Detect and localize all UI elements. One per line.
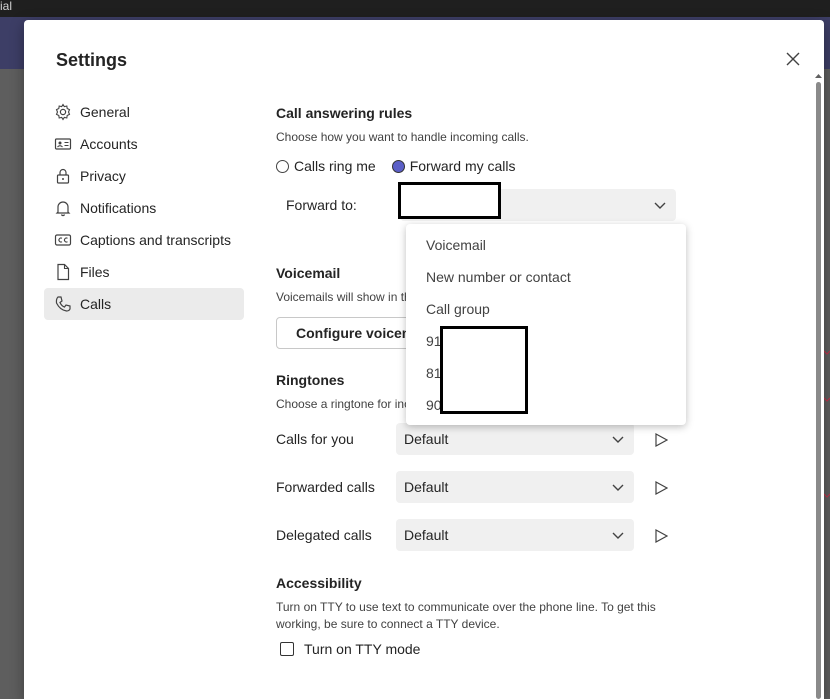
radio-label: Forward my calls <box>409 158 516 174</box>
ringtone-select-delegated-calls[interactable]: Default <box>396 519 634 551</box>
radio-forward-my-calls[interactable]: Forward my calls <box>391 158 516 174</box>
radio-label: Calls ring me <box>294 158 376 174</box>
nav-item-captions[interactable]: Captions and transcripts <box>44 224 244 256</box>
nav-item-label: Accounts <box>80 136 138 152</box>
play-icon[interactable] <box>654 433 668 447</box>
scroll-thumb[interactable] <box>816 82 821 699</box>
nav-item-label: Notifications <box>80 200 157 216</box>
nav-item-privacy[interactable]: Privacy <box>44 160 244 192</box>
dialog-title: Settings <box>56 50 128 70</box>
nav-item-files[interactable]: Files <box>44 256 244 288</box>
dialog-scrollbar[interactable] <box>815 72 822 699</box>
chevron-down-icon <box>612 532 624 539</box>
dropdown-option-voicemail[interactable]: Voicemail <box>426 237 486 253</box>
select-value: Default <box>404 479 449 495</box>
tty-mode-label: Turn on TTY mode <box>304 641 421 657</box>
redacted-box <box>398 182 501 219</box>
ringtones-heading: Ringtones <box>276 372 345 388</box>
play-icon[interactable] <box>654 529 668 543</box>
configure-voicemail-button[interactable]: Configure voicem <box>276 317 410 349</box>
settings-dialog: Settings General Accounts Privacy Notifi… <box>24 20 824 699</box>
nav-item-label: Files <box>80 264 110 280</box>
window-title-bar: ial <box>0 0 830 17</box>
select-value: Default <box>404 431 449 447</box>
ringtone-label-delegated-calls: Delegated calls <box>276 527 372 543</box>
radio-calls-ring-me[interactable]: Calls ring me <box>276 158 376 174</box>
tty-mode-checkbox[interactable] <box>280 642 294 656</box>
nav-item-label: General <box>80 104 130 120</box>
redacted-box <box>440 326 528 414</box>
gear-icon <box>54 103 72 121</box>
tty-mode-checkbox-row[interactable]: Turn on TTY mode <box>280 641 420 657</box>
scroll-up-arrow-icon[interactable] <box>815 72 822 79</box>
call-answering-options: Calls ring me Forward my calls <box>276 158 532 174</box>
forward-to-label: Forward to: <box>286 197 357 213</box>
call-answering-heading: Call answering rules <box>276 105 413 121</box>
voicemail-heading: Voicemail <box>276 265 341 281</box>
window-title-text: ial <box>0 0 13 13</box>
chevron-down-icon <box>612 484 624 491</box>
ringtone-label-calls-for-you: Calls for you <box>276 431 354 447</box>
file-icon <box>54 263 72 281</box>
dropdown-option-new-number[interactable]: New number or contact <box>426 269 571 285</box>
call-answering-description: Choose how you want to handle incoming c… <box>276 130 529 144</box>
lock-icon <box>54 167 72 185</box>
forward-to-dropdown-menu: Voicemail New number or contact Call gro… <box>406 224 686 425</box>
nav-item-label: Privacy <box>80 168 126 184</box>
bell-icon <box>54 199 72 217</box>
accessibility-description-line2: working, be sure to connect a TTY device… <box>276 617 500 631</box>
ringtone-select-calls-for-you[interactable]: Default <box>396 423 634 455</box>
radio-circle[interactable] <box>276 159 289 173</box>
nav-item-accounts[interactable]: Accounts <box>44 128 244 160</box>
cc-icon <box>54 231 72 249</box>
select-value: Default <box>404 527 449 543</box>
chevron-down-icon <box>654 202 666 209</box>
ringtone-select-forwarded-calls[interactable]: Default <box>396 471 634 503</box>
phone-icon <box>54 295 72 313</box>
calls-settings-panel: Call answering rules Choose how you want… <box>276 20 796 699</box>
voicemail-description: Voicemails will show in th <box>276 290 411 304</box>
ringtones-description: Choose a ringtone for inc <box>276 397 411 411</box>
dropdown-option-call-group[interactable]: Call group <box>426 301 490 317</box>
nav-item-label: Captions and transcripts <box>80 232 231 248</box>
nav-item-calls[interactable]: Calls <box>44 288 244 320</box>
settings-nav: General Accounts Privacy Notifications C… <box>44 96 244 320</box>
id-card-icon <box>54 135 72 153</box>
nav-item-general[interactable]: General <box>44 96 244 128</box>
background-chevron-mark <box>824 493 830 498</box>
accessibility-heading: Accessibility <box>276 575 362 591</box>
nav-item-notifications[interactable]: Notifications <box>44 192 244 224</box>
background-chevron-mark <box>824 350 830 355</box>
background-chevron-mark <box>824 397 830 402</box>
ringtone-label-forwarded-calls: Forwarded calls <box>276 479 375 495</box>
radio-circle-selected[interactable] <box>391 159 405 173</box>
play-icon[interactable] <box>654 481 668 495</box>
nav-item-label: Calls <box>80 296 112 312</box>
accessibility-description-line1: Turn on TTY to use text to communicate o… <box>276 600 656 614</box>
chevron-down-icon <box>612 436 624 443</box>
